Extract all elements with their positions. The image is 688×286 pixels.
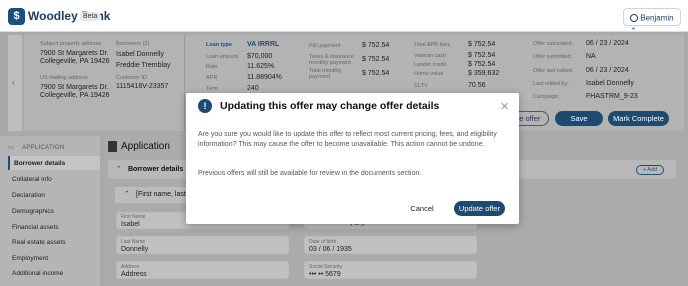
last-name-field[interactable]: Last Name Donnelly <box>116 236 289 254</box>
loan-type-label: Loan type <box>206 42 232 48</box>
borrower-2: Freddie Tremblay <box>116 62 171 69</box>
mailing-label: US mailing address <box>40 75 88 81</box>
rate: 11.625% <box>247 63 275 70</box>
dob-value: 03 / 06 / 1935 <box>309 246 352 253</box>
sidebar-item-borrower-details[interactable]: Borrower details <box>8 156 100 170</box>
collapse-icon[interactable]: ▭ <box>8 144 14 151</box>
chevron-left-icon: ‹ <box>12 78 15 87</box>
address-field[interactable]: Address Address <box>116 261 289 279</box>
sidebar-item-declaration[interactable]: Declaration <box>8 188 100 202</box>
section-title: Borrower details <box>128 166 184 173</box>
last-name-value: Donnelly <box>121 246 149 253</box>
dob-label: Date of birth <box>309 239 337 245</box>
total-monthly-value: $ 752.54 <box>362 70 390 77</box>
total-apr-fees-label: Total APR fees <box>414 42 451 48</box>
lender-credit: $ 752.54 <box>468 61 496 68</box>
loan-type: VA IRRRL <box>247 41 280 48</box>
offer-calc: 06 / 23 / 2024 <box>586 40 629 47</box>
pi-value: $ 752.54 <box>362 42 390 49</box>
beta-badge: Beta <box>80 12 101 21</box>
dialog-title: Updating this offer may change offer det… <box>220 100 440 112</box>
loan-amount-label: Loan amount <box>206 54 239 60</box>
address-label: Address <box>121 264 140 270</box>
document-icon <box>108 141 117 152</box>
offer-submitted: NA <box>586 53 596 60</box>
lender-credit-label: Lender credit <box>414 62 447 68</box>
address-value: Address <box>121 271 147 278</box>
summary-divider <box>184 35 185 131</box>
borrower-1: Isabel Donnelly <box>116 51 164 58</box>
user-menu-button[interactable]: Benjamin ⌄ <box>623 8 681 32</box>
mailing-line2: Collegeville, PA 19426 <box>40 92 110 99</box>
rate-label: Rate <box>206 64 218 70</box>
term-label: Term <box>206 86 219 92</box>
term: 240 <box>247 85 259 92</box>
veteran-cash-label: Veteran cash <box>414 53 447 59</box>
total-monthly-label-2: payment <box>309 74 331 80</box>
offer-edited: 06 / 23 / 2024 <box>586 67 629 74</box>
close-icon[interactable]: ✕ <box>500 100 509 113</box>
subject-label: Subject property address <box>40 41 102 47</box>
user-name: Benjamin <box>640 13 674 23</box>
loan-amount: $70,000 <box>247 53 273 60</box>
home-value: $ 359,632 <box>468 70 500 77</box>
dialog-body: Are you sure you would like to update th… <box>198 131 497 148</box>
taxes-label-2: monthly payment <box>309 60 351 66</box>
user-icon <box>630 13 638 22</box>
ssn-field[interactable]: Social Security ••• •• 5679 <box>304 261 477 279</box>
borrowers-label: Borrowers (2) <box>116 41 150 47</box>
chevron-up-icon[interactable]: ⌃ <box>116 165 122 173</box>
ssn-label: Social Security <box>309 264 343 270</box>
campaign: FHASTRM_9-23 <box>586 93 638 100</box>
edited-by: Isabel Donnelly <box>586 80 634 87</box>
offer-calc-label: Offer calculated: <box>533 41 573 47</box>
subject-line1: 7900 St Margarets Dr. <box>40 50 109 57</box>
total-apr-fees: $ 752.54 <box>468 41 496 48</box>
campaign-label: Campaign: <box>533 94 560 100</box>
chevron-down-icon: ⌄ <box>630 22 637 32</box>
edited-by-label: Last edited by: <box>533 81 569 87</box>
dob-field[interactable]: Date of birth 03 / 06 / 1935 <box>304 236 477 254</box>
sidebar-item-collateral-info[interactable]: Collateral info <box>8 172 100 186</box>
sidebar-title: APPLICATION <box>22 145 65 151</box>
bank-logo-icon: $ <box>8 8 25 25</box>
offer-submitted-label: Offer submitted: <box>533 54 573 60</box>
save-button[interactable]: Save <box>555 111 603 126</box>
home-value-label: Home value <box>414 71 444 77</box>
customer-id: 1115418V-23357 <box>116 83 169 90</box>
apr-label: APR <box>206 75 218 81</box>
sidebar-item-financial-assets[interactable]: Financial assets <box>8 220 100 234</box>
subject-line2: Collegeville, PA 19426 <box>40 58 110 65</box>
first-name-value: Isabel <box>121 221 140 228</box>
mailing-line1: 7900 St Margarets Dr. <box>40 84 109 91</box>
veteran-cash: $ 752.54 <box>468 52 496 59</box>
sidebar-item-demographics[interactable]: Demographics <box>8 204 100 218</box>
taxes-value: $ 752.54 <box>362 56 390 63</box>
apr: 11.88904% <box>247 74 282 81</box>
first-name-label: First Name <box>121 214 146 220</box>
offer-edited-label: Offer last edited: <box>533 68 574 74</box>
dialog-note: Previous offers will still be available … <box>198 170 422 177</box>
cltv-label: CLTV <box>414 83 428 89</box>
cancel-button[interactable]: Cancel <box>400 202 444 216</box>
main-title: Application <box>121 141 170 152</box>
last-name-label: Last Name <box>121 239 146 245</box>
ssn-value: ••• •• 5679 <box>309 271 341 278</box>
subsection-title: [First name, last <box>136 191 186 198</box>
mark-complete-button[interactable]: Mark Complete <box>608 111 669 126</box>
sidebar-item-additional-income[interactable]: Additional income <box>8 266 100 280</box>
update-offer-confirm-button[interactable]: Update offer <box>454 201 505 216</box>
alert-icon: ! <box>198 99 212 113</box>
sidebar-item-real-estate-assets[interactable]: Real estate assets <box>8 235 100 249</box>
chevron-up-icon-2[interactable]: ⌃ <box>124 190 130 198</box>
cltv: 70.56 <box>468 82 486 89</box>
customer-label: Customer ID <box>116 75 147 81</box>
add-button[interactable]: + Add <box>636 165 664 175</box>
pi-label: P&I payment <box>309 43 341 49</box>
sidebar-item-employment[interactable]: Employment <box>8 251 100 265</box>
prev-arrow-button[interactable] <box>8 35 22 131</box>
